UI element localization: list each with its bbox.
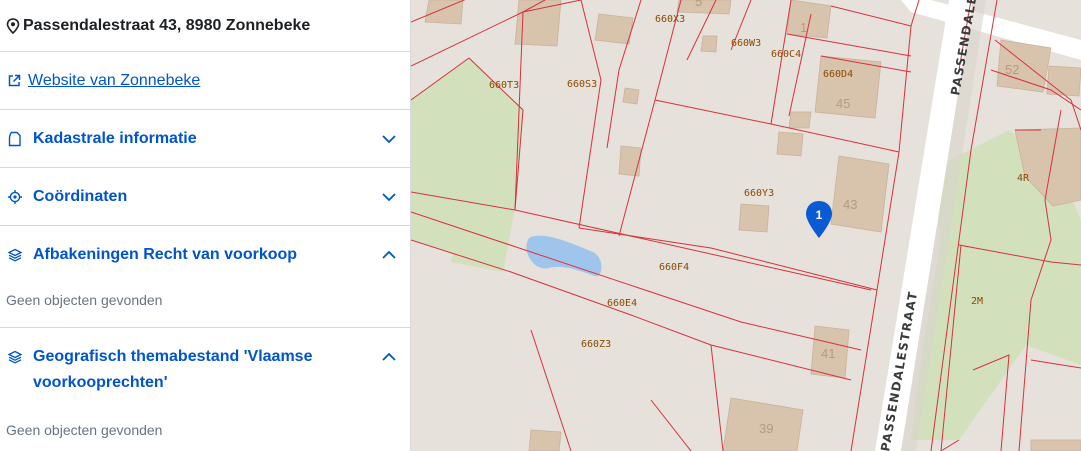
chevron-up-icon (382, 250, 396, 259)
parcel-label: 660Y3 (744, 188, 774, 199)
chevron-down-icon (382, 135, 396, 144)
location-pin-icon (6, 17, 20, 34)
map-canvas[interactable]: 660X3 660W3 660C4 660D4 660T3 660S3 660Y… (411, 0, 1081, 451)
accordion-section-afbakeningen: Afbakeningen Recht van voorkoop Geen obj… (0, 226, 410, 328)
parcel-label: 660E4 (607, 298, 637, 309)
house-number: 5 (695, 0, 702, 9)
accordion-label: Coördinaten (33, 187, 128, 205)
website-row: Website van Zonnebeke (0, 52, 410, 110)
accordion-section-geografisch: Geografisch themabestand 'Vlaamse voorko… (0, 328, 410, 451)
website-link[interactable]: Website van Zonnebeke (28, 72, 200, 90)
map-view[interactable]: 660X3 660W3 660C4 660D4 660T3 660S3 660Y… (411, 0, 1081, 451)
accordion-geografisch-header[interactable]: Geografisch themabestand 'Vlaamse voorko… (0, 328, 410, 412)
marker-label: 1 (816, 208, 823, 222)
parcel-label: 660S3 (567, 79, 597, 90)
accordion-afbakeningen-header[interactable]: Afbakeningen Recht van voorkoop (0, 226, 410, 284)
empty-result-text: Geen objecten gevonden (6, 292, 163, 308)
info-panel: Passendalestraat 43, 8980 Zonnebeke Webs… (0, 0, 411, 451)
layers-icon (8, 248, 22, 262)
document-icon (8, 131, 21, 146)
chevron-down-icon (382, 193, 396, 202)
external-link-icon (8, 74, 21, 87)
layers-icon (8, 350, 22, 364)
accordion-label: Kadastrale informatie (33, 129, 197, 147)
house-number: 1 (800, 20, 807, 35)
house-number: 41 (821, 346, 835, 361)
house-number: 43 (843, 197, 857, 212)
parcel-label: 660T3 (489, 80, 519, 91)
parcel-label: 660C4 (771, 49, 801, 60)
parcel-label: 660D4 (823, 69, 853, 80)
house-number: 52 (1005, 62, 1019, 77)
address-title: Passendalestraat 43, 8980 Zonnebeke (23, 16, 311, 34)
crosshair-icon (8, 189, 22, 204)
house-number: 39 (759, 421, 773, 436)
parcel-label: 2M (971, 296, 983, 307)
parcel-label: 4R (1017, 173, 1030, 184)
address-header: Passendalestraat 43, 8980 Zonnebeke (0, 0, 410, 52)
parcel-label: 660W3 (731, 38, 761, 49)
accordion-label: Geografisch themabestand 'Vlaamse voorko… (33, 348, 313, 391)
accordion-kadastrale-informatie[interactable]: Kadastrale informatie (0, 110, 410, 168)
parcel-label: 660Z3 (581, 339, 611, 350)
accordion-coordinaten[interactable]: Coördinaten (0, 168, 410, 226)
chevron-up-icon (382, 352, 396, 361)
empty-result-text: Geen objecten gevonden (6, 422, 163, 438)
parcel-label: 660F4 (659, 262, 689, 273)
house-number: 45 (836, 96, 850, 111)
parcel-label: 660X3 (655, 14, 685, 25)
accordion-label: Afbakeningen Recht van voorkoop (33, 246, 298, 263)
